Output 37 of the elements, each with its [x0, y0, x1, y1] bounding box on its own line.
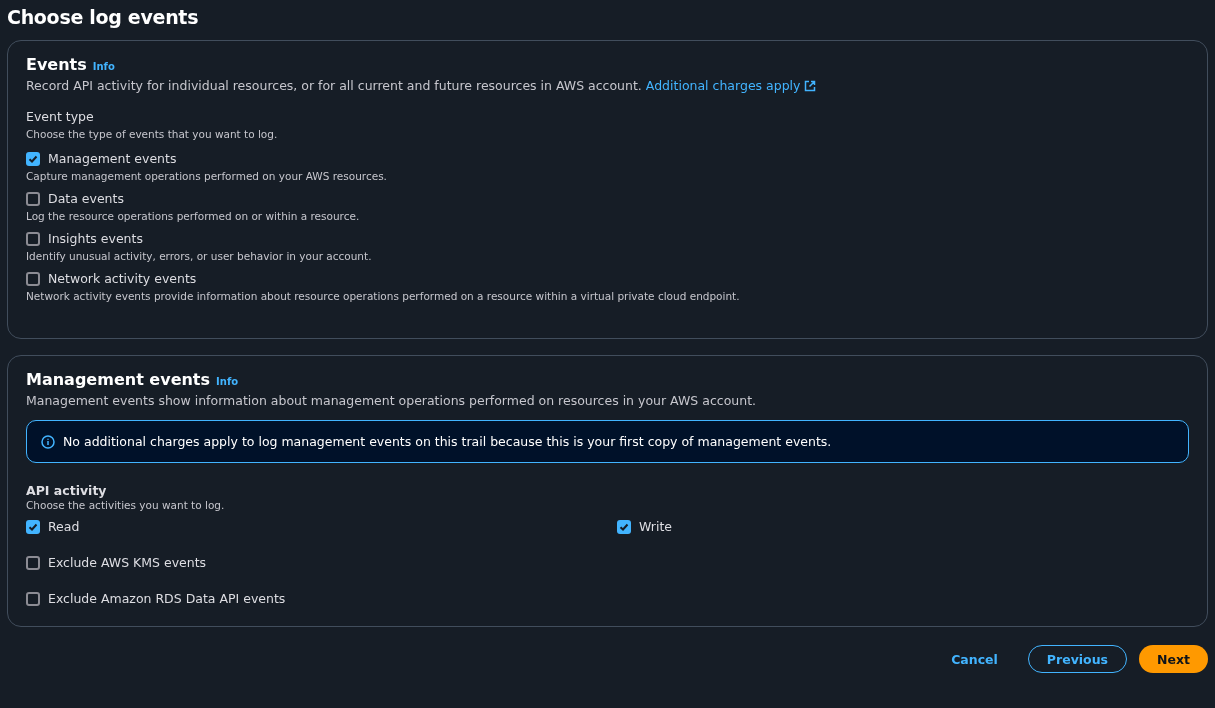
checkbox[interactable]	[26, 591, 40, 606]
alert-text: No additional charges apply to log management events on this trail because this is your first copy of management events.	[63, 434, 832, 449]
checkbox-label: Management events	[48, 151, 177, 166]
checkbox[interactable]	[26, 519, 40, 534]
field-label: Event type	[26, 109, 95, 124]
charges-link[interactable]: Additional charges apply	[645, 78, 801, 93]
option-description: Network activity events provide information about resource operations performed on a resource within a virtual private cloud endpoint.	[26, 290, 741, 302]
checkbox-label: Network activity events	[48, 271, 197, 286]
checkbox[interactable]	[26, 555, 40, 570]
section-title: Management events	[26, 370, 211, 389]
page-title: Choose log events	[7, 6, 200, 28]
checkbox-label: Exclude Amazon RDS Data API events	[48, 591, 286, 606]
checkbox[interactable]	[617, 519, 631, 534]
checkbox-label: Write	[639, 519, 672, 534]
cancel-link[interactable]: Cancel	[933, 645, 1016, 673]
field-description: Choose the type of events that you want to log.	[26, 128, 279, 140]
section-title: Events	[26, 55, 87, 74]
checkbox[interactable]	[26, 231, 40, 246]
checkbox[interactable]	[26, 151, 40, 166]
info-link[interactable]: Info	[92, 61, 115, 72]
info-icon	[41, 434, 55, 449]
checkbox-label: Data events	[48, 191, 124, 206]
info-link[interactable]: Info	[216, 376, 239, 387]
checkbox-label: Insights events	[48, 231, 143, 246]
checkbox[interactable]	[26, 271, 40, 286]
field-label: API activity	[26, 483, 108, 498]
section-description: Management events show information about management operations performed on resources in your AWS account.	[26, 393, 756, 408]
checkbox[interactable]	[26, 191, 40, 206]
option-description: Identify unusual activity, errors, or user behavior in your account.	[26, 250, 373, 262]
checkbox-label: Exclude AWS KMS events	[48, 555, 207, 570]
field-description: Choose the activities you want to log.	[26, 499, 226, 511]
external-link-icon	[804, 79, 817, 92]
primary-button[interactable]: Next	[1139, 645, 1208, 673]
section-description: Record API activity for individual resources, or for all current and future resources in AWS account.	[26, 78, 642, 93]
option-description: Capture management operations performed on your AWS resources.	[26, 170, 388, 182]
option-description: Log the resource operations performed on or within a resource.	[26, 210, 361, 222]
checkbox-label: Read	[48, 519, 80, 534]
